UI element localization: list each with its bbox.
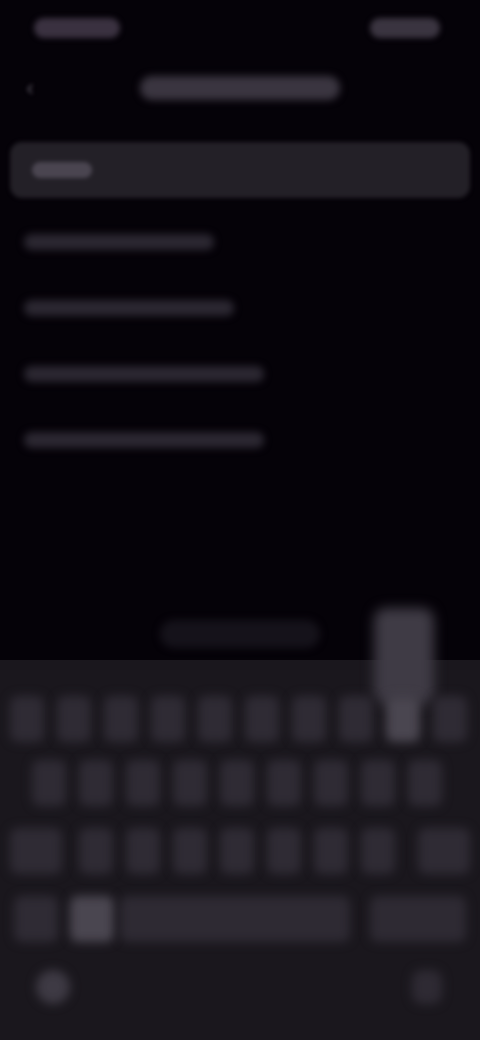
status-time xyxy=(34,18,120,38)
key[interactable] xyxy=(361,760,395,806)
key[interactable] xyxy=(408,760,442,806)
key[interactable] xyxy=(79,760,113,806)
suggestion-item[interactable] xyxy=(18,420,278,460)
navigation-bar: ‹ xyxy=(0,60,480,116)
key[interactable] xyxy=(198,696,232,742)
key[interactable] xyxy=(267,760,301,806)
status-bar xyxy=(0,0,480,56)
key-press-popup xyxy=(374,608,434,704)
globe-icon[interactable] xyxy=(36,970,70,1004)
backspace-icon[interactable] xyxy=(418,828,470,874)
shift-icon[interactable] xyxy=(10,828,62,874)
key[interactable] xyxy=(173,760,207,806)
key[interactable] xyxy=(126,760,160,806)
key[interactable] xyxy=(361,828,395,874)
suggestion-item[interactable] xyxy=(18,354,278,394)
key[interactable] xyxy=(386,696,420,742)
search-input[interactable] xyxy=(10,142,470,198)
key[interactable] xyxy=(314,760,348,806)
microphone-icon[interactable] xyxy=(412,970,442,1004)
key[interactable] xyxy=(433,696,467,742)
key[interactable] xyxy=(220,760,254,806)
key[interactable] xyxy=(314,828,348,874)
key[interactable] xyxy=(32,760,66,806)
key[interactable] xyxy=(104,696,138,742)
key[interactable] xyxy=(57,696,91,742)
key[interactable] xyxy=(339,696,373,742)
space-key[interactable] xyxy=(120,896,350,942)
key[interactable] xyxy=(79,828,113,874)
back-arrow-icon[interactable]: ‹ xyxy=(14,72,46,104)
search-input-text xyxy=(32,162,92,178)
key[interactable] xyxy=(267,828,301,874)
numbers-key[interactable] xyxy=(14,896,58,942)
key[interactable] xyxy=(173,828,207,874)
key[interactable] xyxy=(292,696,326,742)
keyboard-suggestion-strip xyxy=(160,620,320,648)
suggestion-item[interactable] xyxy=(18,288,248,328)
key[interactable] xyxy=(220,828,254,874)
suggestion-item[interactable] xyxy=(18,222,228,262)
page-title xyxy=(140,76,340,100)
emoji-key[interactable] xyxy=(70,896,114,942)
key[interactable] xyxy=(245,696,279,742)
on-screen-keyboard xyxy=(0,608,480,1040)
key[interactable] xyxy=(126,828,160,874)
return-key[interactable] xyxy=(370,896,466,942)
status-icons xyxy=(370,18,440,38)
key[interactable] xyxy=(10,696,44,742)
key[interactable] xyxy=(151,696,185,742)
